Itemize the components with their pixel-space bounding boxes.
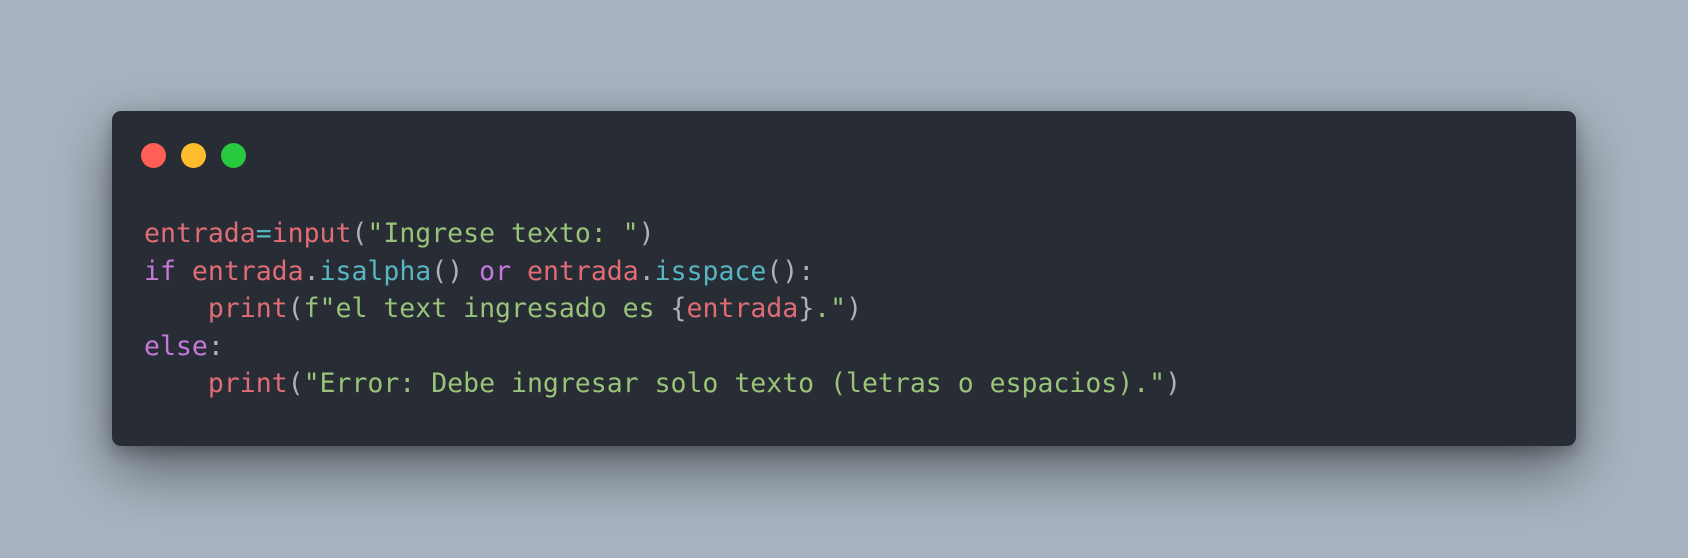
minimize-dot-icon[interactable] bbox=[181, 143, 206, 168]
code-token-punc: () bbox=[431, 255, 480, 287]
code-token-kw: if bbox=[144, 255, 176, 287]
code-token-str: "Error: Debe ingresar solo texto (letras… bbox=[303, 368, 1166, 399]
code-token-punc: ) bbox=[638, 218, 655, 249]
code-token-var: entrada bbox=[686, 293, 799, 324]
code-token-punc bbox=[511, 256, 527, 287]
code-token-punc: . bbox=[303, 255, 320, 287]
code-token-punc bbox=[144, 368, 208, 399]
close-dot-icon[interactable] bbox=[141, 143, 166, 168]
code-token-str: "Ingrese texto: " bbox=[367, 218, 639, 249]
code-token-var: entrada bbox=[191, 255, 304, 287]
code-line: entrada=input("Ingrese texto: ") bbox=[144, 215, 1181, 253]
code-token-fn: print bbox=[207, 293, 288, 324]
code-token-str: ." bbox=[814, 293, 847, 324]
code-token-kw: else bbox=[144, 330, 208, 362]
code-line: if entrada.isalpha() or entrada.isspace(… bbox=[144, 253, 1181, 291]
code-token-punc: ) bbox=[1165, 368, 1182, 399]
maximize-dot-icon[interactable] bbox=[221, 143, 246, 168]
code-token-var: entrada bbox=[144, 218, 256, 249]
code-token-punc: ( bbox=[351, 218, 368, 249]
code-token-fn: input bbox=[271, 218, 352, 249]
code-token-punc: (): bbox=[766, 255, 815, 287]
code-token-kw: or bbox=[479, 255, 512, 287]
code-token-punc: ( bbox=[287, 293, 304, 324]
code-line: else: bbox=[144, 328, 1181, 366]
code-token-str: f"el text ingresado es bbox=[303, 293, 671, 324]
code-line: print(f"el text ingresado es {entrada}."… bbox=[144, 290, 1181, 328]
code-token-punc: : bbox=[207, 330, 224, 362]
code-block: entrada=input("Ingrese texto: ") if entra… bbox=[144, 215, 1181, 403]
code-window: entrada=input("Ingrese texto: ") if entra… bbox=[112, 111, 1576, 446]
code-token-method: isspace bbox=[654, 255, 767, 287]
code-token-punc: . bbox=[638, 255, 655, 287]
code-token-punc: ) bbox=[846, 293, 863, 324]
code-token-punc: } bbox=[798, 293, 815, 324]
code-token-punc bbox=[144, 293, 208, 324]
code-token-punc bbox=[176, 256, 192, 287]
code-token-var: entrada bbox=[527, 255, 639, 287]
code-token-op: = bbox=[255, 218, 272, 249]
code-token-punc: { bbox=[670, 293, 687, 324]
code-token-method: isalpha bbox=[319, 255, 432, 287]
code-line: print("Error: Debe ingresar solo texto (… bbox=[144, 365, 1181, 403]
code-token-fn: print bbox=[207, 368, 288, 399]
window-controls bbox=[141, 143, 246, 168]
code-token-punc: ( bbox=[287, 368, 304, 399]
